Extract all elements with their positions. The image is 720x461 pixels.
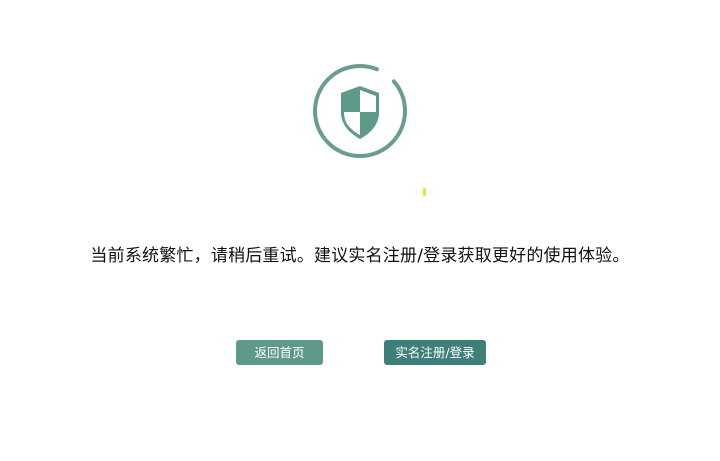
shield-icon [311,62,409,160]
loading-indicator [423,188,426,196]
error-message: 当前系统繁忙，请稍后重试。建议实名注册/登录获取更好的使用体验。 [90,246,630,266]
error-page: 当前系统繁忙，请稍后重试。建议实名注册/登录获取更好的使用体验。 返回首页 实名… [0,0,720,461]
register-login-button[interactable]: 实名注册/登录 [384,340,486,365]
back-home-button[interactable]: 返回首页 [236,340,323,365]
